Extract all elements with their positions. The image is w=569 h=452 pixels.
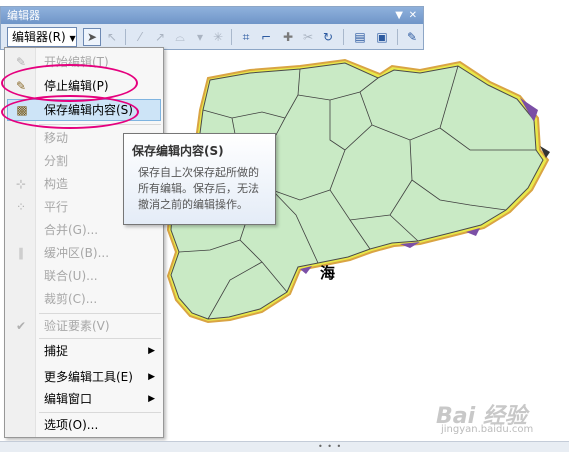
straight-segment-icon[interactable]: ⁄ (131, 28, 149, 46)
baidu-watermark-url: jingyan.baidu.com (441, 424, 534, 435)
menu-item-more-editing-tools[interactable]: 更多编辑工具(E) ▶ (7, 366, 161, 388)
create-features-icon[interactable]: ✎ (403, 28, 421, 46)
submenu-arrow-icon: ▶ (148, 346, 155, 356)
menu-separator (39, 412, 161, 413)
menu-item-options[interactable]: 选项(O)... (7, 414, 161, 436)
save-edits-tooltip: 保存编辑内容(S) 保存自上次保存起所做的所有编辑。保存后，无法撤消之前的编辑操… (123, 133, 276, 225)
tooltip-title: 保存编辑内容(S) (132, 144, 224, 158)
menu-item-label: 更多编辑工具(E) (44, 370, 133, 384)
status-bar (0, 441, 569, 452)
validate-icon: ✔ (15, 319, 27, 333)
menu-item-label: 移动 (44, 131, 69, 145)
edit-vertices-icon[interactable]: ⌗ (237, 28, 255, 46)
menu-item-label: 捕捉 (44, 344, 69, 358)
close-icon[interactable]: ✕ (409, 7, 417, 24)
toolbar-separator (343, 29, 344, 45)
menu-item-label: 构造 (44, 177, 69, 191)
menu-item-validate[interactable]: ✔ 验证要素(V) (7, 315, 161, 337)
rotate-icon[interactable]: ↻ (319, 28, 337, 46)
buffer-icon: ∥ (18, 246, 24, 260)
menu-item-label: 裁剪(C)... (44, 292, 98, 306)
split-icon[interactable]: ✂ (299, 28, 317, 46)
parallel-icon: ⁘ (15, 200, 27, 214)
cut-polygons-icon[interactable]: ✚ (279, 28, 297, 46)
menu-item-label: 选项(O)... (44, 418, 99, 432)
editor-menu-label: 编辑器(R) (12, 30, 66, 44)
trace-dropdown-icon[interactable]: ▾ (191, 28, 209, 46)
submenu-arrow-icon: ▶ (148, 394, 155, 404)
menu-item-snapping[interactable]: 捕捉 ▶ (7, 340, 161, 362)
menu-item-label: 验证要素(V) (44, 319, 110, 333)
sketch-properties-icon[interactable]: ▣ (373, 28, 391, 46)
toolbar-row: 编辑器(R) ▼ ➤ ↖ ⁄ ↗ ⌓ ▾ ✳ ⌗ ⌐ ✚ ✂ ↻ ▤ ▣ ✎ (3, 26, 421, 49)
menu-item-label: 缓冲区(B)... (44, 246, 110, 260)
resize-grip-icon[interactable]: • • • (318, 442, 342, 451)
menu-item-editing-windows[interactable]: 编辑窗口 ▶ (7, 388, 161, 410)
trace-icon[interactable]: ⌓ (171, 28, 189, 46)
map-label: 海 (320, 264, 336, 282)
toolbar-separator (231, 29, 232, 45)
attributes-icon[interactable]: ▤ (351, 28, 369, 46)
menu-item-label: 编辑窗口 (44, 392, 93, 406)
construct-icon: ⊹ (15, 177, 27, 191)
submenu-arrow-icon: ▶ (148, 372, 155, 382)
toolbar-options-icon[interactable]: ▼ (395, 7, 403, 24)
menu-item-label: 分割 (44, 154, 69, 168)
end-point-arc-icon[interactable]: ↗ (151, 28, 169, 46)
menu-item-union[interactable]: 联合(U)... (7, 265, 161, 287)
pointer-icon[interactable]: ➤ (83, 28, 101, 46)
toolbar-separator (397, 29, 398, 45)
chevron-down-icon: ▼ (69, 34, 76, 43)
menu-separator (39, 338, 161, 339)
toolbar-title: 编辑器 (7, 9, 40, 22)
menu-item-label: 合并(G)... (44, 223, 99, 237)
toolbar-title-bar[interactable]: 编辑器 ▼ ✕ (1, 7, 423, 24)
point-icon[interactable]: ✳ (209, 28, 227, 46)
tooltip-body: 保存自上次保存起所做的所有编辑。保存后，无法撤消之前的编辑操作。 (138, 166, 259, 211)
annotation-circle-save-edits (1, 95, 139, 129)
edit-vertex-icon[interactable]: ↖ (103, 28, 121, 46)
menu-item-label: 联合(U)... (44, 269, 98, 283)
toolbar-separator (125, 29, 126, 45)
menu-item-clip[interactable]: 裁剪(C)... (7, 288, 161, 310)
pencil-icon: ✎ (15, 55, 27, 69)
menu-item-label: 平行 (44, 200, 69, 214)
menu-item-buffer[interactable]: ∥ 缓冲区(B)... (7, 242, 161, 264)
editor-toolbar: 编辑器 ▼ ✕ 编辑器(R) ▼ ➤ ↖ ⁄ ↗ ⌓ ▾ ✳ ⌗ ⌐ ✚ ✂ ↻… (0, 6, 424, 50)
menu-separator (39, 313, 161, 314)
editor-menu-button[interactable]: 编辑器(R) ▼ (7, 27, 77, 47)
reshape-icon[interactable]: ⌐ (257, 28, 275, 46)
